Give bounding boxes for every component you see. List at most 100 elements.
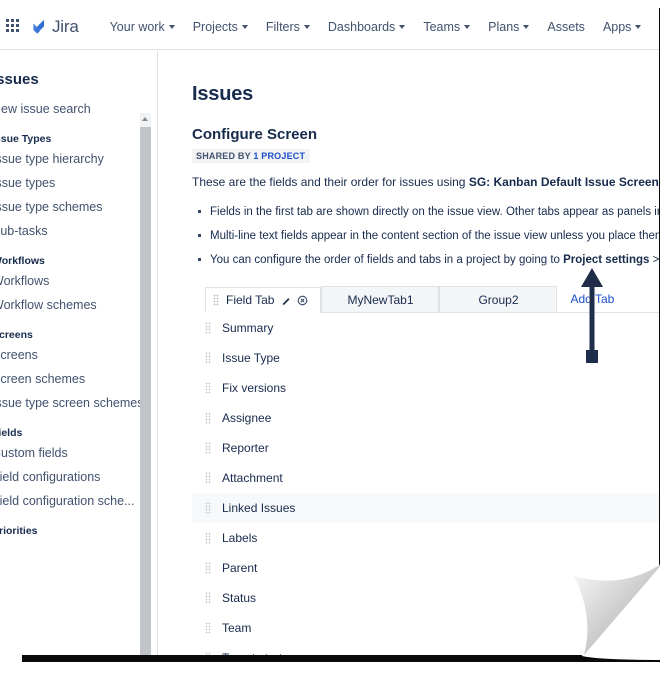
pencil-edit-icon[interactable] bbox=[281, 295, 292, 306]
drag-handle-icon[interactable] bbox=[205, 502, 211, 515]
field-label: Assignee bbox=[222, 411, 272, 426]
drag-handle-icon[interactable] bbox=[205, 352, 211, 365]
drag-handle-icon[interactable] bbox=[205, 622, 211, 635]
drag-handle-icon[interactable] bbox=[205, 592, 211, 605]
field-label: Status bbox=[222, 591, 257, 606]
nav-item-plans[interactable]: Plans bbox=[479, 14, 538, 40]
page-edge-bottom bbox=[0, 662, 671, 673]
settings-sidebar: Issues New issue search Issue Types Issu… bbox=[0, 51, 158, 662]
section-title: Configure Screen bbox=[192, 126, 318, 143]
nav-item-dashboards[interactable]: Dashboards bbox=[319, 14, 414, 40]
chevron-down-icon bbox=[523, 25, 530, 29]
sidebar-item-workflows[interactable]: Workflows bbox=[0, 269, 152, 293]
bullet-item: Fields in the first tab are shown direct… bbox=[192, 200, 660, 224]
field-row-fix-versions[interactable]: Fix versions bbox=[192, 373, 660, 403]
field-label: Attachment bbox=[222, 471, 283, 486]
drag-handle-icon[interactable] bbox=[213, 294, 219, 307]
shared-by-badge: SHARED BY 1 PROJECT bbox=[192, 149, 311, 163]
bullet-text: Fields in the first tab are shown direct… bbox=[210, 206, 660, 218]
nav-label: Your work bbox=[109, 20, 165, 34]
jira-logo-home-link[interactable]: Jira bbox=[28, 17, 79, 37]
nav-label: Teams bbox=[423, 20, 461, 34]
chevron-down-icon bbox=[464, 25, 471, 29]
nav-item-projects[interactable]: Projects bbox=[184, 14, 257, 40]
chevron-down-icon bbox=[635, 25, 642, 29]
nav-label: Dashboards bbox=[327, 20, 396, 34]
nav-item-assets[interactable]: Assets bbox=[538, 14, 594, 40]
field-label: Reporter bbox=[222, 441, 269, 456]
sidebar-section-issue-types: Issue Types bbox=[0, 133, 52, 145]
field-row-assignee[interactable]: Assignee bbox=[192, 403, 660, 433]
drag-handle-icon[interactable] bbox=[205, 382, 211, 395]
tab-action-icons bbox=[281, 295, 308, 306]
tab-label: Group2 bbox=[478, 292, 519, 307]
badge-project-link[interactable]: 1 PROJECT bbox=[253, 151, 305, 161]
nav-item-your-work[interactable]: Your work bbox=[101, 14, 184, 40]
drag-handle-icon[interactable] bbox=[205, 532, 211, 545]
sidebar-item-sub-tasks[interactable]: Sub-tasks bbox=[0, 219, 152, 243]
sidebar-scrollbar-thumb[interactable] bbox=[140, 127, 151, 659]
jira-logo-icon bbox=[33, 19, 45, 34]
tab-mynewtab1[interactable]: MyNewTab1 bbox=[321, 286, 440, 313]
sidebar-item-field-configurations[interactable]: Field configurations bbox=[0, 465, 152, 489]
page-fold-corner bbox=[574, 562, 664, 660]
sidebar-item-workflow-schemes[interactable]: Workflow schemes bbox=[0, 293, 152, 317]
screenshot-root: Jira Your work Projects Filters Dashboar… bbox=[0, 0, 671, 673]
field-row-summary[interactable]: Summary bbox=[192, 313, 660, 343]
field-row-labels[interactable]: Labels bbox=[192, 523, 660, 553]
sidebar-inner: Issues New issue search Issue Types Issu… bbox=[0, 51, 152, 539]
nav-item-teams[interactable]: Teams bbox=[414, 14, 479, 40]
circle-x-delete-icon[interactable] bbox=[297, 295, 308, 306]
add-tab-link[interactable]: Add Tab bbox=[557, 286, 614, 312]
sidebar-item-screen-schemes[interactable]: Screen schemes bbox=[0, 367, 152, 391]
tab-field-tab[interactable]: Field Tab bbox=[205, 287, 322, 314]
field-label: Summary bbox=[222, 321, 274, 336]
sidebar-section-screens: Screens bbox=[0, 329, 33, 341]
intro-text: These are the fields and their order for… bbox=[192, 173, 660, 191]
bullet-bold-project-settings: Project settings bbox=[563, 254, 650, 267]
info-bullet-list: Fields in the first tab are shown direct… bbox=[192, 200, 660, 272]
page-edge-top bbox=[0, 0, 671, 5]
sidebar-item-screens[interactable]: Screens bbox=[0, 343, 152, 367]
nav-item-apps[interactable]: Apps bbox=[594, 14, 651, 40]
field-row-attachment[interactable]: Attachment bbox=[192, 463, 660, 493]
sidebar-item-issue-types[interactable]: Issue types bbox=[0, 171, 152, 195]
field-row-issue-type[interactable]: Issue Type bbox=[192, 343, 660, 373]
field-tab-strip: Field Tab MyNewTab1 Group2 Add Tab bbox=[205, 286, 660, 314]
intro-prefix: These are the fields and their order for… bbox=[192, 175, 469, 189]
sidebar-item-issue-type-screen-schemes[interactable]: Issue type screen schemes bbox=[0, 391, 152, 415]
sidebar-section-workflows: Workflows bbox=[0, 255, 45, 267]
tab-group2[interactable]: Group2 bbox=[439, 286, 558, 313]
sidebar-item-issue-type-schemes[interactable]: Issue type schemes bbox=[0, 195, 152, 219]
nav-label: Projects bbox=[192, 20, 238, 34]
field-row-linked-issues[interactable]: Linked Issues bbox=[192, 493, 660, 524]
drag-handle-icon[interactable] bbox=[205, 412, 211, 425]
bullet-item: Multi-line text fields appear in the con… bbox=[192, 224, 660, 248]
chevron-down-icon bbox=[399, 25, 406, 29]
chevron-down-icon bbox=[303, 25, 310, 29]
sidebar-section-fields: Fields bbox=[0, 427, 23, 439]
drag-handle-icon[interactable] bbox=[205, 562, 211, 575]
page-edge-right bbox=[660, 0, 671, 673]
nav-item-filters[interactable]: Filters bbox=[257, 14, 319, 40]
sidebar-item-custom-fields[interactable]: Custom fields bbox=[0, 441, 152, 465]
drag-handle-icon[interactable] bbox=[205, 472, 211, 485]
bullet-text: You can configure the order of fields an… bbox=[210, 254, 564, 267]
drag-handle-icon[interactable] bbox=[205, 322, 211, 335]
field-row-reporter[interactable]: Reporter bbox=[192, 433, 660, 463]
scroll-up-arrow-icon[interactable] bbox=[140, 113, 151, 125]
field-label: Team bbox=[222, 621, 252, 636]
sidebar-item-new-issue-search[interactable]: New issue search bbox=[0, 97, 152, 121]
drag-handle-icon[interactable] bbox=[205, 442, 211, 455]
tab-label: MyNewTab1 bbox=[347, 292, 414, 307]
chevron-down-icon bbox=[168, 25, 175, 29]
sidebar-item-field-configuration-schemes[interactable]: Field configuration sche... bbox=[0, 489, 152, 513]
sidebar-item-issue-type-hierarchy[interactable]: Issue type hierarchy bbox=[0, 147, 152, 171]
grid-apps-icon[interactable] bbox=[6, 19, 19, 35]
tab-label: Field Tab bbox=[226, 293, 275, 308]
badge-prefix-label: SHARED BY bbox=[196, 151, 251, 161]
nav-items: Your work Projects Filters Dashboards Te… bbox=[101, 14, 651, 40]
sidebar-scrollbar[interactable] bbox=[140, 113, 151, 662]
sidebar-title: Issues bbox=[0, 71, 39, 88]
